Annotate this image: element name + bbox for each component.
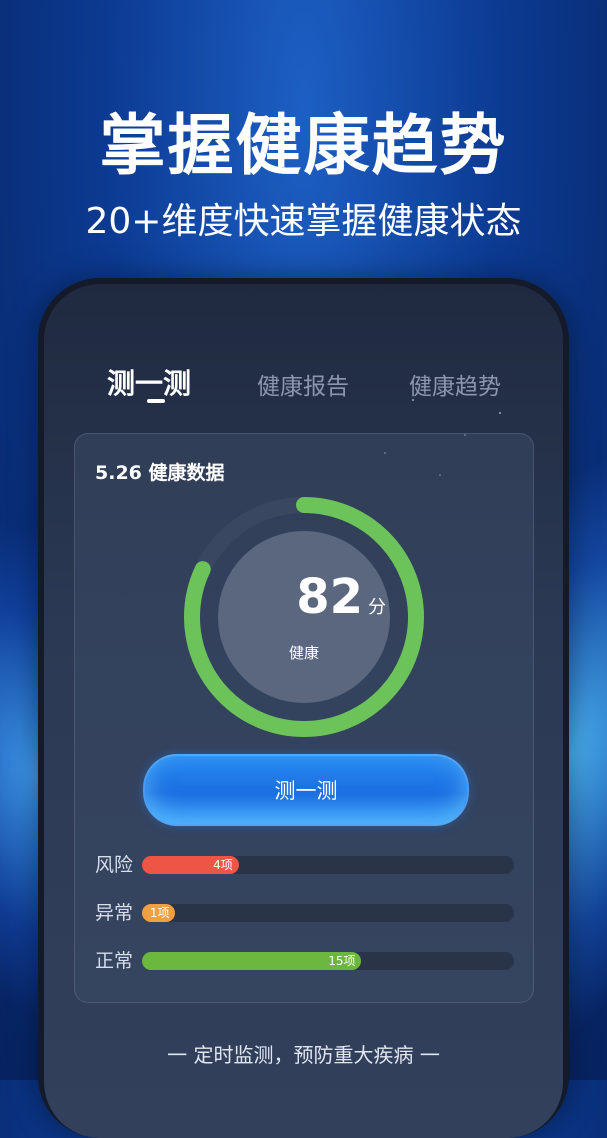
risk-bar-track: 4项 [142, 856, 514, 874]
risk-count: 4项 [213, 858, 233, 872]
normal-row: 正常 15项 [95, 950, 515, 972]
score-value: 82 [296, 569, 363, 625]
risk-row: 风险 4项 [95, 854, 515, 876]
normal-count: 15项 [328, 954, 356, 968]
promo-subline: 20+维度快速掌握健康状态 [85, 201, 522, 242]
health-data-card: 5.26 健康数据 82 分 健康 测一测 风险 4项 异常 1项 正常 15项 [74, 433, 534, 1003]
tab-bar: 测一测 健康报告 健康趋势 [44, 362, 563, 412]
abnormal-row: 异常 1项 [95, 902, 515, 924]
abnormal-count: 1项 [149, 906, 170, 920]
score-unit: 分 [368, 597, 386, 618]
risk-bar-fill: 4项 [142, 856, 239, 874]
test-button[interactable]: 测一测 [143, 754, 469, 826]
tab-health-report[interactable]: 健康报告 [257, 367, 349, 401]
phone-screen: 测一测 健康报告 健康趋势 5.26 健康数据 82 分 健康 测一测 风险 4… [44, 284, 563, 1138]
tab-health-trend[interactable]: 健康趋势 [409, 367, 501, 401]
phone-frame: 测一测 健康报告 健康趋势 5.26 健康数据 82 分 健康 测一测 风险 4… [38, 278, 569, 1138]
tab-active-indicator [147, 399, 165, 403]
normal-label: 正常 [95, 950, 134, 972]
footer-slogan: 一 定时监测，预防重大疾病 一 [167, 1043, 440, 1067]
card-title: 5.26 健康数据 [95, 462, 225, 484]
score-label: 健康 [288, 644, 319, 662]
tab-test[interactable]: 测一测 [107, 362, 191, 402]
promo-headline: 掌握健康趋势 [99, 107, 508, 184]
abnormal-bar-fill: 1项 [142, 904, 176, 922]
normal-bar-fill: 15项 [142, 952, 362, 970]
normal-bar-track: 15项 [142, 952, 514, 970]
risk-label: 风险 [95, 854, 134, 876]
star-dot [499, 412, 501, 414]
score-circle: 82 分 健康 [218, 531, 390, 703]
abnormal-bar-track: 1项 [142, 904, 514, 922]
abnormal-label: 异常 [95, 902, 134, 924]
